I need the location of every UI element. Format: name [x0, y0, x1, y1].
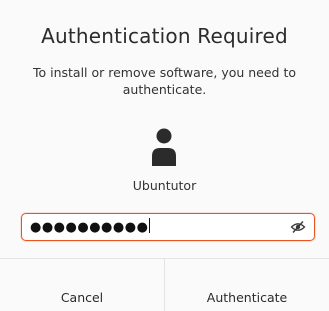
authentication-dialog: Authentication Required To install or re… [0, 0, 329, 311]
password-field[interactable]: ●●●●●●●●●● [21, 213, 315, 241]
user-name: Ubuntutor [132, 178, 197, 193]
dialog-button-bar: Cancel Authenticate [0, 258, 329, 311]
password-value: ●●●●●●●●●● [30, 218, 151, 235]
dialog-title: Authentication Required [41, 24, 288, 48]
authenticate-button[interactable]: Authenticate [165, 259, 329, 311]
user-avatar-icon [152, 128, 176, 166]
text-caret [149, 218, 151, 233]
cancel-button[interactable]: Cancel [0, 259, 164, 311]
eye-slash-icon[interactable] [290, 220, 306, 234]
dialog-message: To install or remove software, you need … [32, 65, 297, 97]
